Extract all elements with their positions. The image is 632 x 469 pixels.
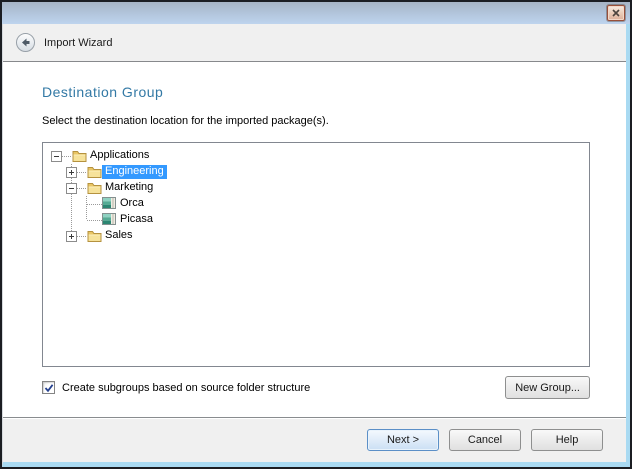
- footer-bar: Next > Cancel Help: [3, 417, 626, 462]
- page-subtitle: Select the destination location for the …: [42, 115, 590, 127]
- tree-item-picasa[interactable]: Picasa: [43, 212, 589, 228]
- tree-connector-line: [87, 204, 102, 205]
- check-icon: [44, 383, 54, 393]
- window-body: Import Wizard Destination Group Select t…: [2, 24, 630, 467]
- tree-item-sales[interactable]: Sales: [43, 228, 589, 244]
- tree-connector-line: [87, 220, 102, 221]
- tree-connector-line: [71, 212, 72, 228]
- expand-icon[interactable]: [66, 167, 77, 178]
- package-icon: [102, 197, 116, 212]
- collapse-icon[interactable]: [66, 183, 77, 194]
- content-area: Destination Group Select the destination…: [3, 62, 626, 417]
- tree-item-marketing[interactable]: Marketing: [43, 180, 589, 196]
- tree-connector-line: [86, 212, 87, 220]
- expand-icon[interactable]: [66, 231, 77, 242]
- page-title: Destination Group: [42, 84, 590, 100]
- tree-item-engineering[interactable]: Engineering: [43, 164, 589, 180]
- package-icon: [102, 213, 116, 228]
- folder-icon: [87, 229, 102, 246]
- titlebar[interactable]: [2, 2, 630, 24]
- tree-connector-line: [62, 156, 72, 157]
- tree-connector-line: [77, 188, 87, 189]
- cancel-button[interactable]: Cancel: [449, 429, 521, 451]
- collapse-icon[interactable]: [51, 151, 62, 162]
- new-group-button[interactable]: New Group...: [505, 376, 590, 399]
- subgroups-option: Create subgroups based on source folder …: [42, 381, 310, 394]
- help-button[interactable]: Help: [531, 429, 603, 451]
- tree-connector-line: [77, 236, 87, 237]
- tree-item-orca[interactable]: Orca: [43, 196, 589, 212]
- arrow-left-icon: [20, 37, 31, 48]
- subgroups-checkbox[interactable]: [42, 381, 55, 394]
- wizard-header: Import Wizard: [3, 24, 626, 62]
- next-button[interactable]: Next >: [367, 429, 439, 451]
- tree-connector-line: [71, 196, 72, 212]
- tree-item-label[interactable]: Marketing: [102, 181, 156, 195]
- options-row: Create subgroups based on source folder …: [42, 376, 590, 399]
- tree-item-label[interactable]: Orca: [117, 197, 147, 211]
- tree-item-label[interactable]: Picasa: [117, 213, 156, 227]
- tree-item-label[interactable]: Engineering: [102, 165, 167, 179]
- tree-item-label[interactable]: Applications: [87, 149, 152, 163]
- back-button[interactable]: [16, 33, 35, 52]
- x-icon: [612, 9, 620, 17]
- header-title: Import Wizard: [44, 37, 112, 49]
- subgroups-label[interactable]: Create subgroups based on source folder …: [62, 382, 310, 394]
- tree-item-label[interactable]: Sales: [102, 229, 136, 243]
- destination-tree[interactable]: Applications Engineering Marketing Orca Pica…: [42, 142, 590, 367]
- tree-item-applications[interactable]: Applications: [43, 148, 589, 164]
- close-button[interactable]: [607, 5, 625, 21]
- import-wizard-window: Import Wizard Destination Group Select t…: [0, 0, 632, 469]
- tree-connector-line: [77, 172, 87, 173]
